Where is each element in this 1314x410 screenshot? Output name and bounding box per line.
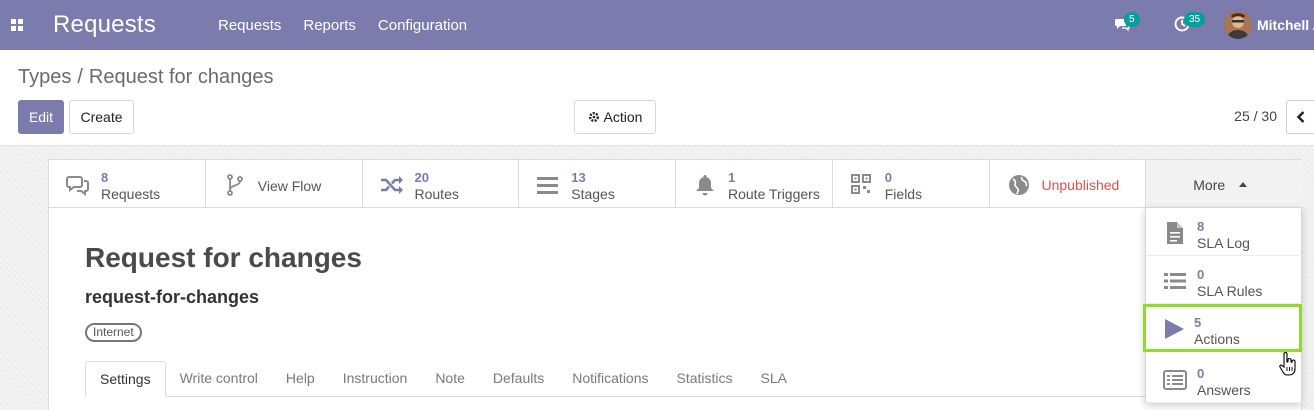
edit-button[interactable]: Edit: [18, 100, 64, 134]
form-sheet: 8 Requests View Flow 20 Routes 13 Stages…: [48, 159, 1303, 410]
tab-sla[interactable]: SLA: [747, 361, 801, 397]
tab-instruction[interactable]: Instruction: [329, 361, 422, 397]
smart-button-label: Routes: [414, 186, 459, 202]
chat-icon[interactable]: 5: [1114, 12, 1140, 32]
random-icon: [380, 176, 403, 194]
tab-statistics[interactable]: Statistics: [663, 361, 747, 397]
smart-button-value: 1: [728, 170, 736, 185]
create-button[interactable]: Create: [69, 100, 134, 134]
smart-button-requests[interactable]: 8 Requests: [49, 160, 206, 208]
activity-clock-icon[interactable]: 35: [1174, 12, 1206, 32]
smart-button-box: 8 Requests View Flow 20 Routes 13 Stages…: [49, 160, 1303, 208]
comments-icon: [66, 176, 89, 196]
action-button[interactable]: Action: [574, 100, 656, 134]
action-button-label: Action: [603, 109, 643, 125]
dropdown-item-label: Actions: [1194, 331, 1240, 347]
play-icon: [1165, 319, 1184, 339]
smart-button-label: View Flow: [257, 178, 322, 194]
smart-button-route-triggers[interactable]: 1 Route Triggers: [676, 160, 833, 208]
smart-button-value: 8: [101, 170, 109, 185]
app-brand[interactable]: Requests: [53, 11, 156, 39]
tab-settings[interactable]: Settings: [85, 361, 166, 397]
dropdown-item-label: Answers: [1197, 382, 1251, 398]
menu-item-reports[interactable]: Reports: [303, 17, 356, 34]
more-dropdown-toggle[interactable]: More: [1146, 160, 1303, 208]
tab-note[interactable]: Note: [421, 361, 479, 397]
caret-up-icon: [1239, 182, 1248, 187]
more-label: More: [1193, 177, 1226, 193]
smart-button-fields[interactable]: 0 Fields: [833, 160, 990, 208]
record-code: request-for-changes: [85, 287, 260, 307]
qrcode-icon: [850, 174, 871, 194]
user-name[interactable]: Mitchell A: [1257, 17, 1314, 33]
list-alt-icon: [1163, 370, 1187, 390]
breadcrumb-current: Request for changes: [88, 66, 274, 88]
dropdown-item-value: 0: [1197, 366, 1205, 381]
smart-button-label: Route Triggers: [728, 186, 820, 202]
dropdown-item-label: SLA Log: [1197, 235, 1250, 251]
menu-item-requests[interactable]: Requests: [218, 17, 281, 34]
menu-item-configuration[interactable]: Configuration: [378, 17, 467, 34]
dropdown-item-value: 0: [1197, 267, 1205, 282]
pager-value[interactable]: 25 / 30: [1234, 108, 1277, 124]
smart-button-stages[interactable]: 13 Stages: [519, 160, 676, 208]
file-icon: [1167, 222, 1183, 244]
dropdown-item-value: 5: [1194, 315, 1202, 330]
dropdown-item-sla-log[interactable]: 8 SLA Log: [1146, 208, 1303, 256]
smart-button-label: Fields: [884, 186, 923, 202]
chevron-left-icon: [1297, 111, 1305, 123]
bell-icon: [696, 175, 714, 196]
smart-button-view-flow[interactable]: View Flow: [206, 160, 363, 208]
record-tag[interactable]: Internet: [85, 323, 142, 342]
user-avatar[interactable]: [1224, 11, 1252, 39]
breadcrumb-separator: /: [77, 66, 83, 88]
list-icon: [1164, 273, 1186, 289]
tab-defaults[interactable]: Defaults: [479, 361, 558, 397]
tab-write-control[interactable]: Write control: [166, 361, 272, 397]
smart-button-value: 13: [571, 170, 586, 185]
apps-menu-icon[interactable]: [11, 19, 24, 31]
main-menu: Requests Reports Configuration: [218, 17, 489, 34]
smart-button-label: Stages: [571, 186, 615, 202]
dropdown-item-label: SLA Rules: [1197, 283, 1263, 299]
dropdown-item-actions[interactable]: 5 Actions: [1143, 304, 1302, 352]
smart-button-label: Requests: [101, 186, 161, 202]
breadcrumb: Types / Request for changes: [18, 66, 273, 89]
smart-button-value: 0: [884, 170, 892, 185]
smart-button-routes[interactable]: 20 Routes: [363, 160, 520, 208]
smart-button-unpublished[interactable]: Unpublished: [990, 160, 1147, 208]
dropdown-item-value: 8: [1197, 219, 1205, 234]
notebook-tabs: Settings Write control Help Instruction …: [85, 361, 1165, 397]
hand-pointer-icon: [1279, 352, 1296, 376]
breadcrumb-parent[interactable]: Types: [18, 66, 71, 88]
activity-count-badge: 35: [1184, 12, 1206, 27]
flow-icon: [226, 174, 243, 196]
globe-icon: [1008, 175, 1029, 195]
bars-icon: [537, 177, 559, 194]
gear-icon: [588, 112, 599, 122]
smart-button-label: Unpublished: [1041, 177, 1120, 193]
tab-notifications[interactable]: Notifications: [558, 361, 662, 397]
control-panel: Types / Request for changes Edit Create Ac…: [0, 50, 1314, 146]
chat-count-badge: 5: [1124, 12, 1140, 27]
top-navbar: Requests Requests Reports Configuration …: [0, 0, 1314, 50]
pager-previous-button[interactable]: [1286, 100, 1314, 134]
smart-button-value: 20: [414, 170, 429, 185]
record-title: Request for changes: [85, 242, 362, 273]
tab-help[interactable]: Help: [272, 361, 329, 397]
dropdown-item-sla-rules[interactable]: 0 SLA Rules: [1146, 256, 1303, 304]
